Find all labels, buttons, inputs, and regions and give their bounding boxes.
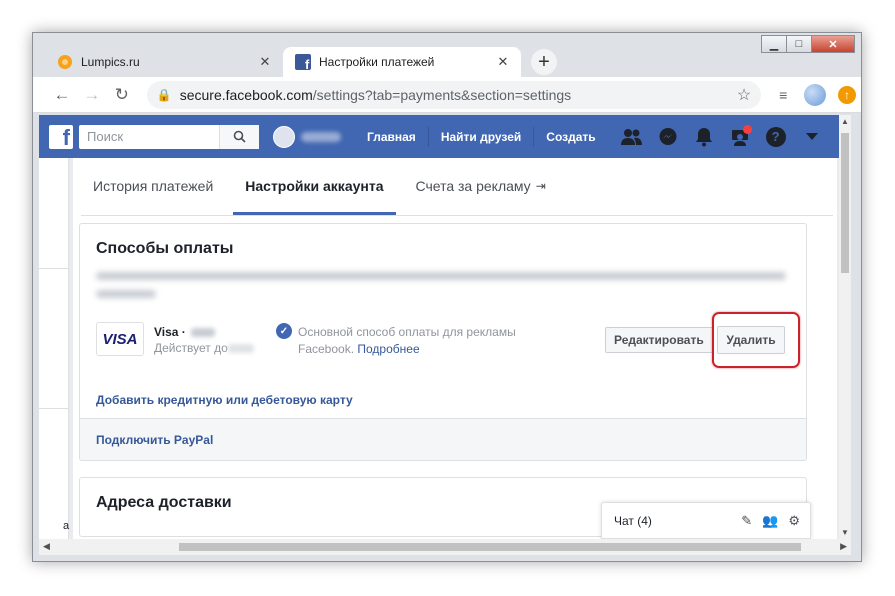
compose-icon[interactable]: ✎ bbox=[741, 513, 752, 529]
card-name-text: Visa · bbox=[154, 325, 186, 339]
page-viewport: f Поиск Главная Найти друзей Создать ? а… bbox=[39, 115, 851, 539]
card-valid: Действует до bbox=[154, 341, 254, 355]
primary-check-icon: ✓ bbox=[276, 323, 292, 339]
nav-find-friends[interactable]: Найти друзей bbox=[427, 126, 533, 147]
tab-lumpics[interactable]: Lumpics.ru ✕ bbox=[45, 47, 283, 77]
top-nav: Главная Найти друзей Создать bbox=[355, 126, 608, 147]
notification-icons: ? bbox=[614, 124, 830, 149]
gear-icon[interactable]: ⚙ bbox=[788, 513, 800, 529]
add-card-link[interactable]: Добавить кредитную или дебетовую карту bbox=[96, 393, 353, 407]
search-icon[interactable] bbox=[219, 124, 259, 149]
forward-icon[interactable]: → bbox=[77, 85, 107, 105]
browser-window: ▁ □ ✕ Lumpics.ru ✕ f Настройки платежей … bbox=[32, 32, 862, 562]
friend-requests-icon[interactable] bbox=[614, 125, 650, 149]
close-tab-icon[interactable]: ✕ bbox=[495, 54, 511, 70]
minimize-button[interactable]: ▁ bbox=[761, 35, 787, 53]
help-icon[interactable]: ? bbox=[758, 125, 794, 149]
search-placeholder: Поиск bbox=[87, 129, 124, 144]
media-playlist-icon[interactable]: ≡ bbox=[767, 87, 799, 103]
blurred-description bbox=[96, 272, 786, 308]
back-icon[interactable]: ← bbox=[47, 85, 77, 105]
card-valid-text: Действует до bbox=[154, 341, 228, 355]
payment-methods-title: Способы оплаты bbox=[96, 240, 234, 257]
connect-paypal-link[interactable]: Подключить PayPal bbox=[96, 433, 213, 447]
chat-bar[interactable]: Чат (4) ✎ 👥 ⚙ bbox=[601, 502, 811, 539]
group-chat-icon[interactable]: 👥 bbox=[762, 513, 778, 529]
card-name: Visa · bbox=[154, 325, 216, 339]
sidebar-cut-text: а bbox=[63, 520, 70, 532]
tab-strip: Lumpics.ru ✕ f Настройки платежей ✕ + bbox=[45, 47, 557, 77]
bookmark-star-icon[interactable]: ☆ bbox=[737, 85, 751, 105]
facebook-logo[interactable]: f bbox=[49, 124, 73, 149]
quick-help-people-icon[interactable] bbox=[722, 124, 758, 149]
messenger-icon[interactable] bbox=[650, 125, 686, 149]
scroll-down-icon[interactable]: ▼ bbox=[839, 528, 851, 537]
tab-ad-accounts[interactable]: Счета за рекламу ⇥ bbox=[404, 157, 558, 215]
shipping-addresses-title: Адреса доставки bbox=[96, 494, 232, 511]
nav-create[interactable]: Создать bbox=[533, 126, 607, 147]
url-host: secure.facebook.com bbox=[179, 86, 313, 103]
user-name-blurred bbox=[301, 131, 341, 142]
scroll-left-icon[interactable]: ◀ bbox=[43, 541, 50, 552]
tab-ad-accounts-label: Счета за рекламу bbox=[415, 178, 531, 194]
new-tab-button[interactable]: + bbox=[531, 49, 557, 75]
maximize-button[interactable]: □ bbox=[786, 35, 812, 53]
tab-payment-settings[interactable]: f Настройки платежей ✕ bbox=[283, 47, 521, 77]
edit-button[interactable]: Редактировать bbox=[605, 327, 713, 353]
tab-account-settings[interactable]: Настройки аккаунта bbox=[233, 157, 396, 215]
lumpics-favicon-icon bbox=[58, 55, 72, 69]
primary-method-text: Основной способ оплаты для рекламы Faceb… bbox=[298, 324, 548, 358]
payment-methods-card: Способы оплаты VISA Visa · Действует до … bbox=[79, 223, 807, 461]
url-path: /settings?tab=payments&section=settings bbox=[312, 86, 572, 103]
external-link-icon: ⇥ bbox=[535, 179, 546, 193]
facebook-favicon-icon: f bbox=[295, 54, 311, 70]
horizontal-scroll-thumb[interactable] bbox=[179, 543, 801, 551]
payment-subtabs: История платежей Настройки аккаунта Счет… bbox=[81, 158, 833, 216]
address-bar[interactable]: 🔒 secure.facebook.com/settings?tab=payme… bbox=[146, 80, 762, 109]
left-sidebar-partial: а bbox=[39, 158, 69, 539]
reload-icon[interactable]: ↻ bbox=[107, 85, 137, 105]
notification-dot bbox=[742, 124, 752, 134]
close-tab-icon[interactable]: ✕ bbox=[257, 54, 273, 70]
account-menu-chevron-down-icon[interactable] bbox=[794, 125, 830, 149]
lock-icon: 🔒 bbox=[156, 87, 172, 102]
tab-payment-history[interactable]: История платежей bbox=[81, 157, 225, 215]
window-controls: ▁ □ ✕ bbox=[761, 35, 855, 53]
paypal-row: Подключить PayPal bbox=[80, 418, 806, 460]
browser-toolbar: ← → ↻ 🔒 secure.facebook.com/settings?tab… bbox=[33, 77, 861, 113]
user-profile-link[interactable] bbox=[273, 125, 341, 148]
scroll-up-icon[interactable]: ▲ bbox=[839, 117, 851, 126]
vertical-scrollbar[interactable]: ▲ ▼ bbox=[839, 115, 851, 539]
vertical-scroll-thumb[interactable] bbox=[841, 133, 849, 273]
visa-logo: VISA bbox=[96, 322, 144, 356]
scroll-right-icon[interactable]: ▶ bbox=[840, 541, 847, 552]
nav-home[interactable]: Главная bbox=[355, 127, 428, 147]
tab-title: Lumpics.ru bbox=[81, 55, 140, 69]
svg-text:f: f bbox=[305, 57, 310, 70]
chat-label: Чат (4) bbox=[614, 513, 652, 528]
profile-avatar[interactable] bbox=[799, 83, 831, 106]
update-icon[interactable]: ↑ bbox=[831, 85, 861, 104]
notifications-bell-icon[interactable] bbox=[686, 125, 722, 149]
search-input[interactable]: Поиск bbox=[79, 124, 259, 149]
facebook-topbar: f Поиск Главная Найти друзей Создать ? bbox=[39, 115, 851, 158]
learn-more-link[interactable]: Подробнее bbox=[357, 342, 419, 356]
tab-title: Настройки платежей bbox=[319, 55, 435, 69]
horizontal-scrollbar[interactable]: ◀ ▶ bbox=[39, 539, 851, 555]
close-window-button[interactable]: ✕ bbox=[811, 35, 855, 53]
avatar bbox=[273, 125, 295, 148]
delete-button[interactable]: Удалить bbox=[717, 326, 785, 354]
